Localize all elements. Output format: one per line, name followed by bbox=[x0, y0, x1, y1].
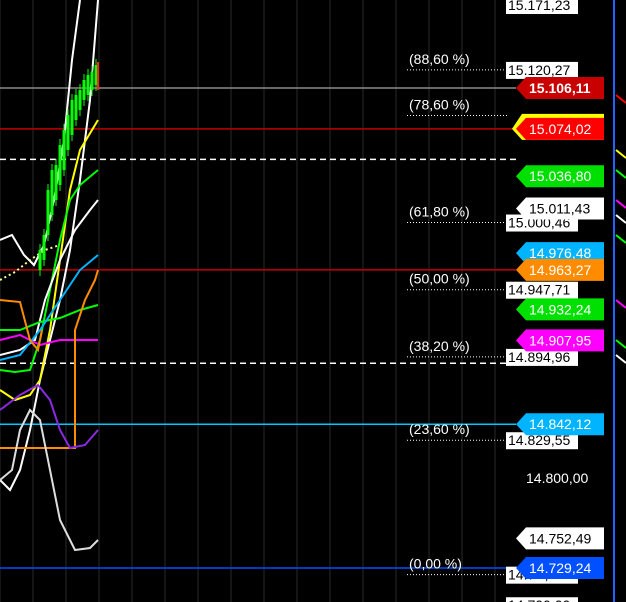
candle-5 bbox=[58, 145, 62, 185]
price-tag-8: 14.842,12 bbox=[529, 416, 591, 432]
candle-1 bbox=[42, 235, 46, 260]
candle-10 bbox=[78, 90, 82, 110]
candle-0 bbox=[38, 250, 42, 270]
candle-11 bbox=[82, 80, 86, 100]
price-tag-10: 14.729,24 bbox=[529, 560, 591, 576]
fib-label-2: (61,80 %) bbox=[409, 204, 470, 220]
price-tag-0: 15.106,11 bbox=[529, 80, 591, 96]
price-tag-9: 14.752,49 bbox=[529, 530, 591, 546]
price-tag-1: 15.074,02 bbox=[529, 121, 591, 137]
candle-8 bbox=[70, 100, 74, 135]
candle-12 bbox=[86, 75, 90, 95]
axis-label-8: 14.700,00 bbox=[508, 597, 570, 602]
fib-label-1: (78,60 %) bbox=[409, 96, 470, 112]
candle-9 bbox=[74, 95, 78, 120]
candle-13 bbox=[90, 72, 94, 90]
candle-6 bbox=[62, 130, 66, 170]
price-tag-6: 14.932,24 bbox=[529, 301, 591, 317]
price-chart[interactable]: (88,60 %) (78,60 %) (61,80 %) (50,00 %) (38,… bbox=[0, 0, 626, 602]
axis-label-1: 15.120,27 bbox=[508, 62, 570, 78]
candle-2 bbox=[46, 190, 50, 235]
fib-label-4: (38,20 %) bbox=[409, 338, 470, 354]
price-tag-7: 14.907,95 bbox=[529, 332, 591, 348]
fib-label-3: (50,00 %) bbox=[409, 271, 470, 287]
fib-label-6: (0,00 %) bbox=[409, 556, 462, 572]
axis-label-6: 14.800,00 bbox=[526, 470, 588, 486]
candle-4 bbox=[54, 165, 58, 200]
candle-7 bbox=[66, 115, 70, 150]
axis-label-0: 15.171,23 bbox=[508, 0, 570, 13]
price-tag-5: 14.963,27 bbox=[529, 262, 591, 278]
price-tag-2: 15.036,80 bbox=[529, 168, 591, 184]
price-tag-4: 14.976,48 bbox=[529, 245, 591, 261]
price-tag-3: 15.011,43 bbox=[529, 201, 590, 217]
axis-label-3: 14.947,71 bbox=[508, 282, 570, 298]
candle-3 bbox=[50, 170, 54, 215]
fib-label-0: (88,60 %) bbox=[409, 51, 470, 67]
fib-label-5: (23,60 %) bbox=[409, 421, 470, 437]
